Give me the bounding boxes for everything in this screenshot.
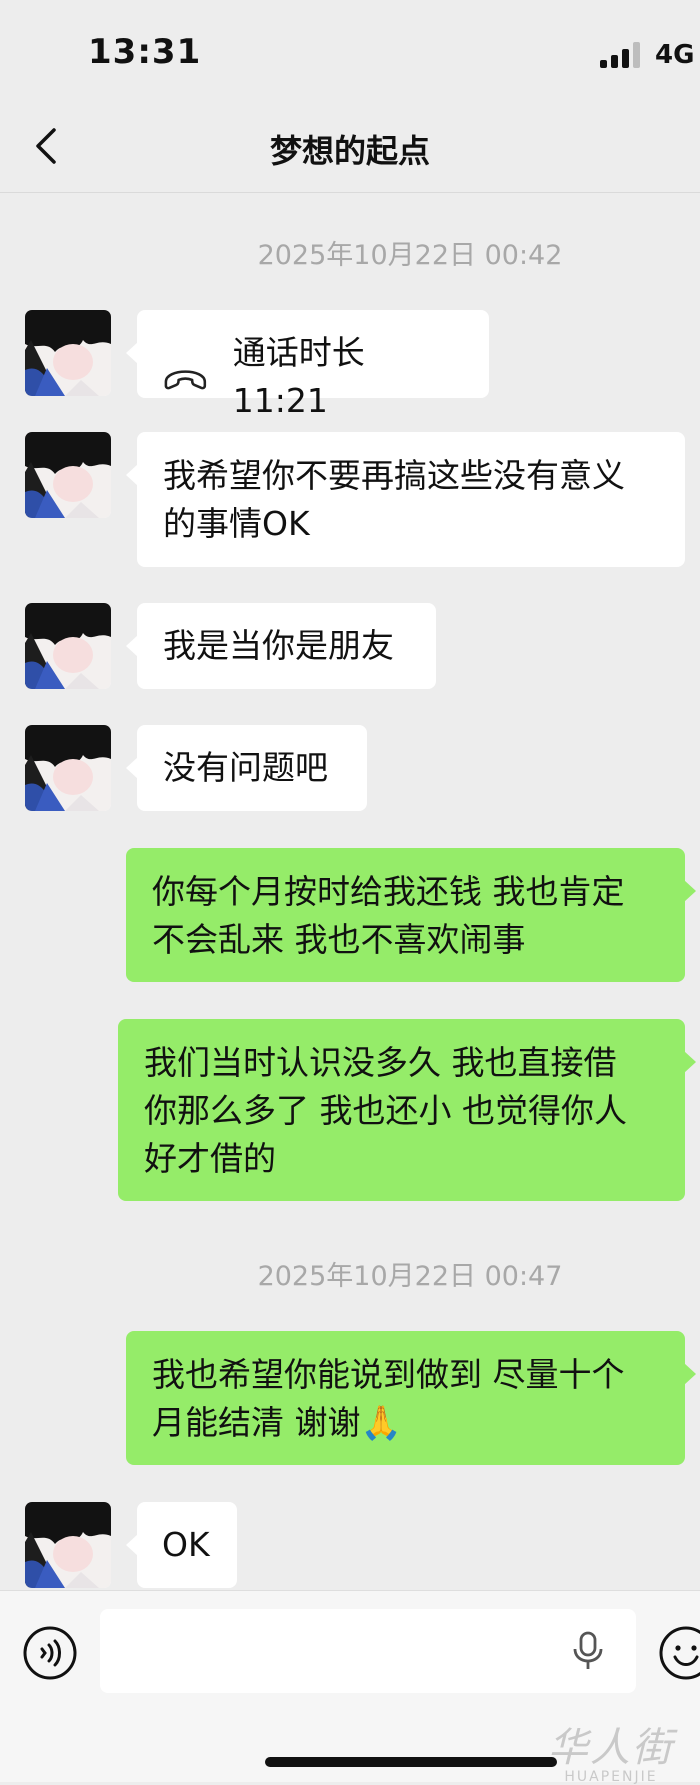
emoji-button[interactable] — [658, 1625, 700, 1681]
message-bubble-call[interactable]: 通话时长 11:21 — [126, 310, 489, 420]
timestamp: 2025年10月22日 00:42 — [257, 240, 563, 271]
signal-strength-icon — [600, 42, 644, 68]
message-text: 我们当时认识没多久 我也直接借 — [144, 1043, 617, 1082]
watermark-en: HUAPENJIE — [564, 1769, 658, 1785]
avatar[interactable] — [25, 603, 111, 689]
message-bubble[interactable]: OK — [126, 1502, 237, 1588]
message-text: 不会乱来 我也不喜欢闹事 — [152, 920, 526, 959]
network-type: 4G — [655, 40, 695, 70]
message-list[interactable]: 2025年10月22日 00:42 通话时长 11:21 我希望你不要再搞这些没… — [0, 193, 700, 1590]
message-bubble-outgoing[interactable]: 我也希望你能说到做到 尽量十个 月能结清 谢谢🙏 — [126, 1331, 696, 1465]
avatar[interactable] — [25, 1502, 111, 1588]
message-bubble[interactable]: 没有问题吧 — [126, 725, 367, 811]
voice-mode-icon — [23, 1626, 77, 1680]
chat-header: 梦想的起点 — [0, 100, 700, 193]
message-bubble-outgoing[interactable]: 你每个月按时给我还钱 我也肯定 不会乱来 我也不喜欢闹事 — [126, 848, 696, 982]
message-text: 的事情OK — [163, 504, 310, 543]
voice-mode-button[interactable] — [22, 1625, 78, 1681]
watermark-logo: 华人街 HUAPENJIE — [548, 1715, 674, 1785]
message-text: 好才借的 — [144, 1139, 276, 1178]
phone-hangup-icon — [164, 370, 207, 390]
avatar[interactable] — [25, 310, 111, 396]
avatar[interactable] — [25, 432, 111, 518]
call-duration: 通话时长 11:21 — [232, 333, 365, 420]
watermark-cn: 华人街 — [548, 1725, 674, 1771]
status-bar: 13:31 4G — [0, 0, 700, 100]
message-text: OK — [162, 1525, 210, 1564]
chat-title: 梦想的起点 — [269, 132, 430, 170]
microphone-icon[interactable] — [570, 1631, 606, 1671]
input-bar: 华人街 HUAPENJIE — [0, 1590, 700, 1785]
message-bubble-outgoing[interactable]: 我们当时认识没多久 我也直接借 你那么多了 我也还小 也觉得你人 好才借的 — [118, 1019, 696, 1201]
message-input[interactable] — [100, 1609, 636, 1693]
timestamp: 2025年10月22日 00:47 — [257, 1261, 563, 1292]
message-bubble[interactable]: 我是当你是朋友 — [126, 603, 436, 689]
avatar[interactable] — [25, 725, 111, 811]
message-text: 你每个月按时给我还钱 我也肯定 — [152, 872, 625, 911]
message-text: 我希望你不要再搞这些没有意义 — [163, 456, 625, 495]
status-time: 13:31 — [88, 32, 202, 72]
message-bubble[interactable]: 我希望你不要再搞这些没有意义 的事情OK — [126, 432, 685, 567]
message-text: 你那么多了 我也还小 也觉得你人 — [144, 1091, 627, 1130]
emoji-icon — [659, 1626, 700, 1680]
message-text: 月能结清 谢谢🙏 — [152, 1403, 402, 1442]
message-text: 我也希望你能说到做到 尽量十个 — [152, 1355, 625, 1394]
message-text: 我是当你是朋友 — [163, 626, 394, 665]
message-text: 没有问题吧 — [163, 748, 328, 787]
home-indicator[interactable] — [265, 1757, 557, 1767]
